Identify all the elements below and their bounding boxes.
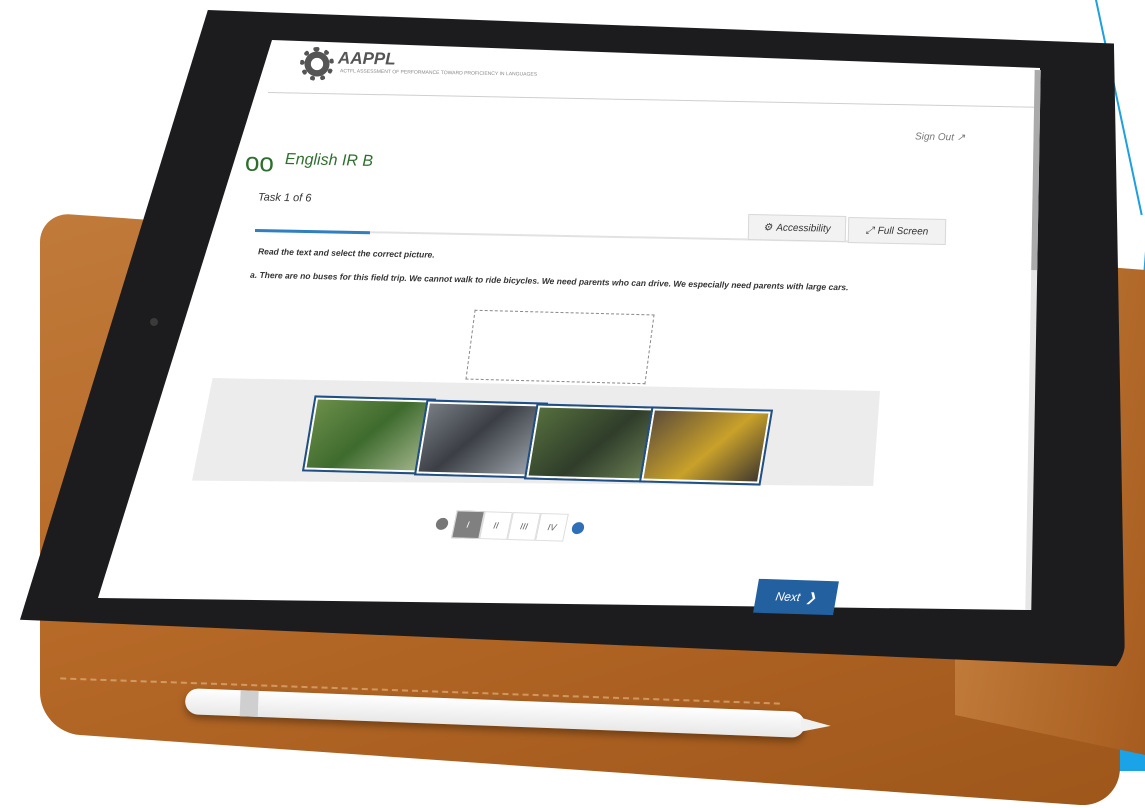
question-pager: I II III IV: [427, 510, 593, 543]
page-item-4[interactable]: IV: [535, 512, 569, 542]
task-counter: Task 1 of 6: [257, 191, 312, 205]
camera-icon: [150, 318, 158, 326]
logo-text: AAPPL: [337, 48, 396, 69]
sign-out-link[interactable]: Sign Out ↗: [915, 131, 965, 143]
sign-out-label: Sign Out: [914, 131, 955, 144]
pencil-tip: [800, 717, 832, 733]
next-button[interactable]: Next ❯: [753, 578, 839, 616]
choice-photo-children-bicycles[interactable]: [523, 403, 659, 483]
expand-icon: ⤢: [865, 224, 874, 237]
aappl-logo-icon: [300, 47, 334, 81]
prev-page-icon[interactable]: [434, 517, 450, 531]
choice-photo-school-bus[interactable]: [638, 406, 774, 486]
next-label: Next: [774, 589, 802, 605]
next-page-icon[interactable]: [570, 521, 586, 535]
accessibility-icon: ⚙: [763, 221, 773, 233]
fullscreen-button[interactable]: ⤢ Full Screen: [847, 216, 947, 246]
fullscreen-label: Full Screen: [877, 225, 929, 238]
answer-drop-zone[interactable]: [465, 309, 655, 385]
accessibility-label: Accessibility: [776, 222, 831, 235]
accessibility-button[interactable]: ⚙ Accessibility: [747, 213, 847, 243]
page-title: English IR B: [284, 151, 374, 170]
chevron-right-icon: ❯: [805, 590, 818, 605]
reading-glasses-icon: oo: [244, 146, 275, 178]
exit-icon: ↗: [956, 132, 966, 144]
pencil-band: [239, 690, 259, 717]
